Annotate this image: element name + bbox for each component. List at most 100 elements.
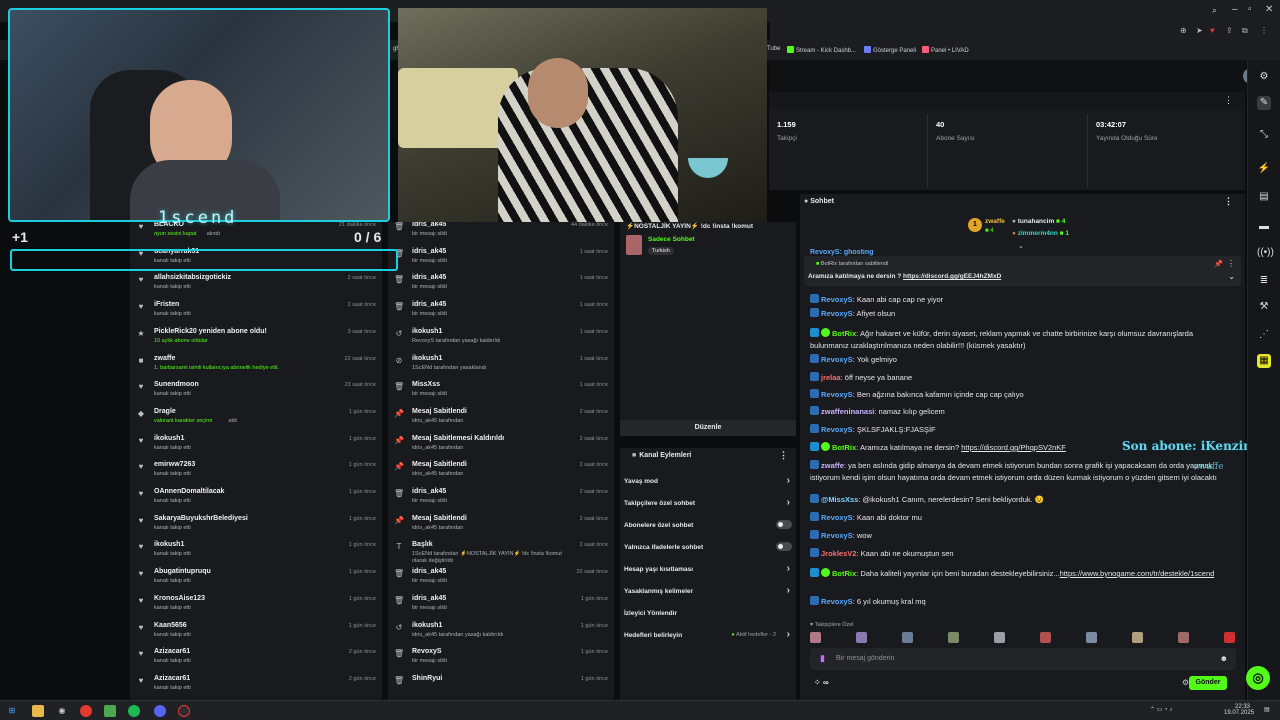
send-icon[interactable]: ➤ bbox=[1196, 26, 1203, 35]
search-icon[interactable]: ⌕ bbox=[1212, 5, 1217, 16]
mic-icon[interactable]: ▮ bbox=[820, 653, 825, 664]
modlog-item[interactable]: 🗑 idris_ak45 bir mesajı sildi 44 dakika önc… bbox=[388, 218, 614, 245]
heart-icon[interactable]: ♥ bbox=[1210, 26, 1215, 35]
feed-username[interactable]: iFristen bbox=[154, 301, 179, 308]
feed-item[interactable]: ♥ emirww7263 kanalı takip etti 1 gün önce bbox=[130, 458, 382, 485]
feed-username[interactable]: Kaan5656 bbox=[154, 622, 187, 629]
chatter-avatar[interactable] bbox=[1040, 632, 1051, 643]
chat-username[interactable]: RevoxyS bbox=[821, 597, 853, 606]
opera-icon[interactable] bbox=[80, 705, 92, 717]
discord-icon[interactable] bbox=[154, 705, 166, 717]
share-icon[interactable]: ⋰ bbox=[1257, 328, 1271, 342]
hammer-icon[interactable]: ⚒ bbox=[1257, 300, 1271, 314]
chatter-avatar[interactable] bbox=[948, 632, 959, 643]
close-icon[interactable]: ✕ bbox=[1265, 4, 1273, 15]
bookmark-kick-dashboard[interactable]: Stream - Kick Dashb... bbox=[787, 46, 856, 54]
feed-item[interactable]: ■ zwaffe 1. barbarsami isimli kullanıcıya … bbox=[130, 352, 382, 379]
feed-item[interactable]: ★ PickleRick20 yeniden abone oldu! 10 aylı… bbox=[130, 325, 382, 352]
help-button[interactable]: ◎ bbox=[1246, 666, 1270, 690]
feed-item[interactable]: ♥ OAnnenDomaltilacak kanalı takip etti 1 gü… bbox=[130, 485, 382, 512]
feed-item[interactable]: ♥ SakaryaBuyukshrBelediyesi kanalı takip e… bbox=[130, 512, 382, 539]
feed-item[interactable]: ♥ Azizacar61 kanalı takip etti 2 gün önce bbox=[130, 672, 382, 699]
modlog-item[interactable]: 🗑 idris_ak45 bir mesajı sildi 2 saat önce bbox=[388, 485, 614, 512]
list-icon[interactable]: ≣ bbox=[1257, 274, 1271, 288]
share-icon[interactable]: ⇪ bbox=[1226, 26, 1233, 35]
edit-stream-button[interactable]: Düzenle bbox=[620, 420, 796, 436]
leader-name[interactable]: ● zimmerm4nn ■ 1 bbox=[1012, 230, 1069, 237]
modlog-item[interactable]: 🗑 MissXss bir mesajı sildi 1 saat önce bbox=[388, 378, 614, 405]
feed-username[interactable]: Azizacar61 bbox=[154, 648, 190, 655]
chat-username[interactable]: RevoxyS bbox=[821, 309, 853, 318]
channel-action-6[interactable]: İzleyici Yönlendir bbox=[620, 610, 796, 630]
chat-username[interactable]: RevoxyS bbox=[821, 355, 853, 364]
chatter-avatar[interactable] bbox=[1224, 632, 1235, 643]
extension-icon[interactable]: ⧉ bbox=[1242, 26, 1248, 36]
emoji-icon[interactable]: ☻ bbox=[1220, 654, 1228, 663]
feed-item[interactable]: ♥ Kaan5656 kanalı takip etti 1 gün önce bbox=[130, 619, 382, 646]
channel-action-0[interactable]: Yavaş mod › bbox=[620, 475, 796, 498]
leader-name[interactable]: zwaffe bbox=[985, 218, 1005, 225]
feed-username[interactable]: ikokush1 bbox=[154, 541, 184, 548]
chatter-avatar[interactable] bbox=[810, 632, 821, 643]
chat-username[interactable]: zwaffe bbox=[821, 461, 844, 470]
feed-item[interactable]: ♥ ikokush1 kanalı takip etti 1 gün önce bbox=[130, 538, 382, 565]
zoom-icon[interactable]: ⊕ bbox=[1180, 26, 1187, 35]
chat-input[interactable]: ▮ Bir mesaj gönderin ☻ bbox=[810, 648, 1236, 670]
bookmark-livad[interactable]: Panel • LIVAD bbox=[922, 46, 969, 54]
prediction-icon[interactable]: ▦ bbox=[1257, 354, 1271, 368]
chat-username[interactable]: JroklesV2 bbox=[821, 549, 856, 558]
modlog-item[interactable]: 🗑 idris_ak45 bir mesajı sildi 22 saat önce bbox=[388, 565, 614, 592]
channel-action-4[interactable]: Hesap yaşı kısıtlaması › bbox=[620, 563, 796, 586]
feed-username[interactable]: KronosAise123 bbox=[154, 595, 205, 602]
channel-action-5[interactable]: Yasaklanmış kelimeler › bbox=[620, 585, 796, 608]
chatter-avatar[interactable] bbox=[856, 632, 867, 643]
chat-link[interactable]: https://discord.gg/PhqpSV2nKF bbox=[961, 443, 1066, 452]
folder-icon[interactable] bbox=[32, 705, 44, 717]
modlog-item[interactable]: 📌 Mesaj Sabitlendi idris_ak45 tarafından 2 … bbox=[388, 405, 614, 432]
modlog-item[interactable]: ↺ ikokush1 idris_ak45 tarafından yasağı ka… bbox=[388, 619, 614, 646]
channel-action-1[interactable]: Takipçilere özel sohbet › bbox=[620, 497, 796, 520]
chat-username[interactable]: RevoxyS bbox=[821, 390, 853, 399]
toggle-switch[interactable] bbox=[776, 520, 792, 529]
more-icon[interactable]: ⋮ bbox=[1224, 95, 1233, 106]
feed-username[interactable]: Azizacar61 bbox=[154, 675, 190, 682]
channel-action-7[interactable]: Hedefleri belirleyin ● Aktif hedefler - 2… bbox=[620, 629, 796, 652]
modlog-item[interactable]: 🗑 idris_ak45 bir mesajı sildi 1 gün önce bbox=[388, 592, 614, 619]
chatter-avatar[interactable] bbox=[902, 632, 913, 643]
chatter-avatar[interactable] bbox=[1086, 632, 1097, 643]
settings-icon[interactable]: ⚙ bbox=[1257, 70, 1271, 84]
chat-username[interactable]: RevoxyS bbox=[821, 425, 853, 434]
chevron-down-icon[interactable]: ⌄ bbox=[1228, 272, 1235, 281]
bookmark-dashboard[interactable]: Gösterge Paneli bbox=[864, 46, 916, 54]
pin-icon[interactable]: 📌 bbox=[1214, 260, 1223, 268]
minecraft-icon[interactable] bbox=[104, 705, 116, 717]
maximize-icon[interactable]: ▫ bbox=[1248, 4, 1252, 15]
modlog-item[interactable]: ⊘ ikokush1 1ScENd tarafından yasaklandı 1 s… bbox=[388, 352, 614, 379]
feed-username[interactable]: emirww7263 bbox=[154, 461, 195, 468]
chatter-avatar[interactable] bbox=[1132, 632, 1143, 643]
menu-icon[interactable]: ⋮ bbox=[1260, 26, 1268, 35]
channel-points[interactable]: ⁘ ∞ bbox=[814, 678, 829, 687]
stream-category[interactable]: Sadece Sohbet bbox=[648, 236, 695, 243]
feed-username[interactable]: Abugatintupruqu bbox=[154, 568, 211, 575]
feed-item[interactable]: ♥ Abugatintupruqu kanalı takip etti 1 gün ö… bbox=[130, 565, 382, 592]
chat-link[interactable]: https://www.bynogame.com/tr/destekle/1sc… bbox=[1060, 569, 1215, 578]
pinned-link[interactable]: https://discord.gg/gEEJ4hZMxD bbox=[903, 273, 1001, 280]
modlog-item[interactable]: 📌 Mesaj Sabitlemesi Kaldırıldı idris_ak45 … bbox=[388, 432, 614, 459]
chat-username[interactable]: @MissXss bbox=[821, 495, 858, 504]
chat-username[interactable]: RevoxyS bbox=[821, 513, 853, 522]
feed-item[interactable]: ♥ KronosAise123 kanalı takip etti 1 gün önc… bbox=[130, 592, 382, 619]
channel-action-2[interactable]: Abonelere özel sohbet bbox=[620, 520, 796, 542]
feed-item[interactable]: ♥ allahsizkitabsizgotickiz kanalı takip et… bbox=[130, 271, 382, 298]
feed-username[interactable]: ikokush1 bbox=[154, 435, 184, 442]
feed-username[interactable]: allahsizkitabsizgotickiz bbox=[154, 274, 231, 281]
feed-username[interactable]: Dragle bbox=[154, 408, 176, 415]
obs-icon[interactable] bbox=[178, 705, 190, 717]
feed-item[interactable]: ♥ ikokush1 kanalı takip etti 1 gün önce bbox=[130, 432, 382, 459]
feed-username[interactable]: SakaryaBuyukshrBelediyesi bbox=[154, 515, 248, 522]
edit-icon[interactable]: ✎ bbox=[1257, 96, 1271, 110]
expand-icon[interactable]: ⤡ bbox=[1257, 128, 1271, 142]
toggle-switch[interactable] bbox=[776, 542, 792, 551]
feed-item[interactable]: ♥ Azizacar61 kanalı takip etti 2 gün önce bbox=[130, 645, 382, 672]
more-icon[interactable]: ⋮ bbox=[1227, 259, 1235, 268]
